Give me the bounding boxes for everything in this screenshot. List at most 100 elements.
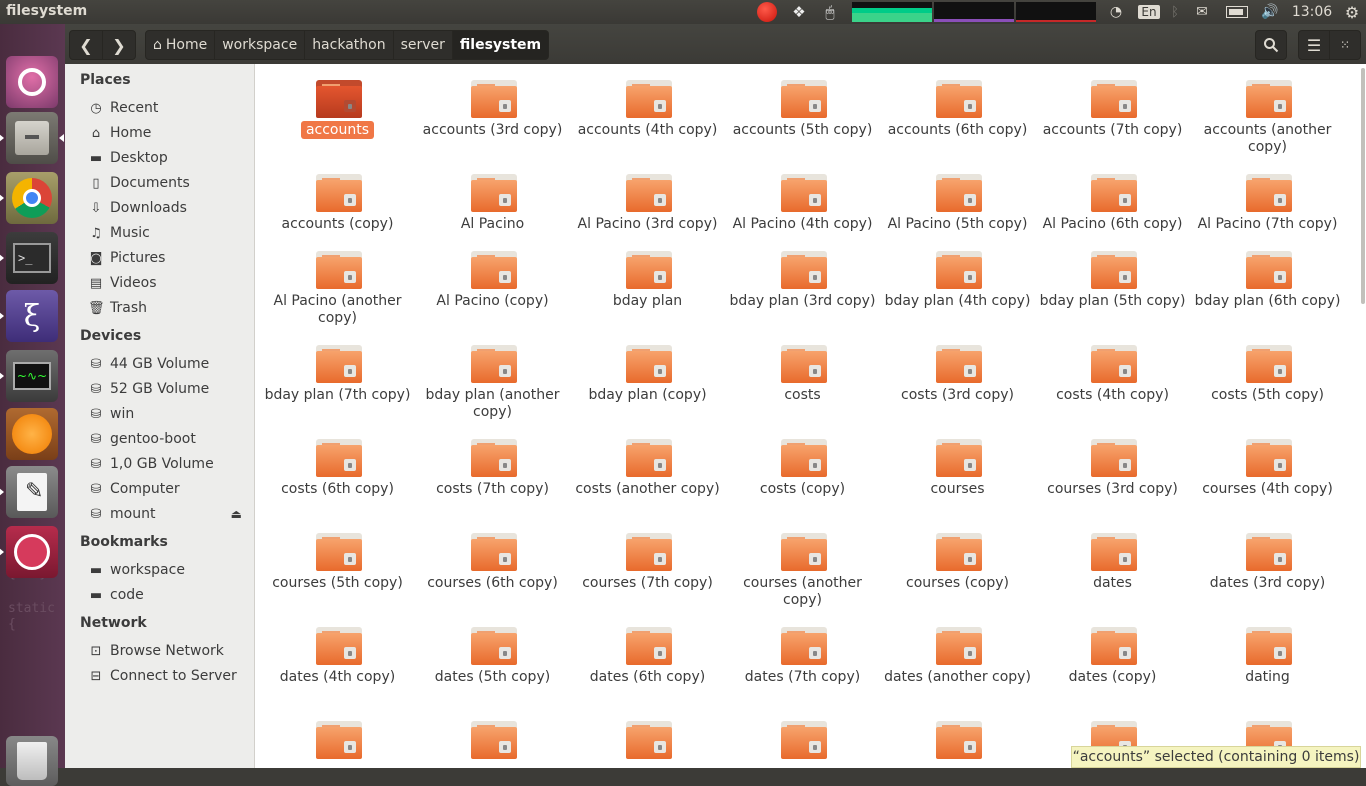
file-item[interactable]: costs <box>725 329 880 419</box>
back-button[interactable]: ❮ <box>69 30 103 60</box>
keyboard-layout-indicator[interactable]: En <box>1138 0 1160 24</box>
file-item[interactable]: accounts (4th copy) <box>570 64 725 154</box>
file-item[interactable]: bday plan (4th copy) <box>880 235 1035 325</box>
breadcrumb-filesystem[interactable]: filesystem <box>452 30 550 60</box>
sidebar-device[interactable]: ⛁ 1,0 GB Volume <box>88 453 248 475</box>
sidebar-device[interactable]: ⛁ win <box>88 403 248 425</box>
file-item[interactable]: costs (another copy) <box>570 423 725 513</box>
sidebar-item-documents[interactable]: ▯ Documents <box>88 172 248 194</box>
file-item[interactable]: Al Pacino (copy) <box>415 235 570 325</box>
file-item[interactable]: bday plan (copy) <box>570 329 725 419</box>
file-item[interactable]: dates (3rd copy) <box>1190 517 1345 607</box>
file-item[interactable] <box>725 705 880 768</box>
sidebar-item-desktop[interactable]: ▬ Desktop <box>88 147 248 169</box>
file-item[interactable]: dates (another copy) <box>880 611 1035 701</box>
file-item[interactable]: bday plan (3rd copy) <box>725 235 880 325</box>
file-item[interactable]: dates <box>1035 517 1190 607</box>
menu-button[interactable]: ☰ <box>1298 30 1330 60</box>
emacs-app-icon[interactable]: ξ <box>6 290 58 342</box>
file-item[interactable]: dates (6th copy) <box>570 611 725 701</box>
file-item[interactable]: bday plan (5th copy) <box>1035 235 1190 325</box>
file-item[interactable]: courses (6th copy) <box>415 517 570 607</box>
view-toggle-button[interactable]: ⁙ <box>1329 30 1361 60</box>
bluetooth-icon[interactable]: ᛒ <box>1166 0 1184 24</box>
file-item[interactable]: accounts (6th copy) <box>880 64 1035 154</box>
search-button[interactable] <box>1255 30 1287 60</box>
network-graph[interactable] <box>1016 2 1096 22</box>
sidebar-item-recent[interactable]: ◷ Recent <box>88 97 248 119</box>
session-gear-icon[interactable]: ⚙ <box>1340 0 1364 24</box>
dash-home-button[interactable] <box>6 56 58 108</box>
file-item[interactable]: bday plan (7th copy) <box>260 329 415 419</box>
sidebar-device[interactable]: ⛁ gentoo-boot <box>88 428 248 450</box>
memory-graph[interactable] <box>934 2 1014 22</box>
sidebar-item-home[interactable]: ⌂ Home <box>88 122 248 144</box>
breadcrumb-server[interactable]: server <box>393 30 453 60</box>
orange-app-icon[interactable] <box>6 408 58 460</box>
battery-icon[interactable] <box>1224 0 1250 24</box>
file-item[interactable]: dates (copy) <box>1035 611 1190 701</box>
sidebar-item-downloads[interactable]: ⇩ Downloads <box>88 197 248 219</box>
sidebar-device[interactable]: ⛁ 52 GB Volume <box>88 378 248 400</box>
file-item[interactable]: courses (5th copy) <box>260 517 415 607</box>
file-item[interactable]: dates (4th copy) <box>260 611 415 701</box>
sidebar-item-videos[interactable]: ▤ Videos <box>88 272 248 294</box>
file-item[interactable]: costs (4th copy) <box>1035 329 1190 419</box>
sidebar-item-trash[interactable]: 🗑 Trash <box>88 297 248 319</box>
chrome-app-icon[interactable] <box>6 172 58 224</box>
forward-button[interactable]: ❯ <box>102 30 136 60</box>
sidebar-bookmark[interactable]: ▬ workspace <box>88 559 248 581</box>
file-item[interactable]: courses (3rd copy) <box>1035 423 1190 513</box>
file-item[interactable]: accounts (another copy) <box>1190 64 1345 155</box>
sidebar-bookmark[interactable]: ▬ code <box>88 584 248 606</box>
file-grid[interactable]: accounts accounts (3rd copy) accounts (4th… <box>255 64 1360 768</box>
file-item[interactable] <box>880 705 1035 768</box>
text-editor-app-icon[interactable] <box>6 466 58 518</box>
file-item[interactable]: accounts (7th copy) <box>1035 64 1190 154</box>
wifi-icon[interactable]: ◔ <box>1104 0 1128 24</box>
file-item[interactable]: bday plan (another copy) <box>415 329 570 420</box>
file-item[interactable]: bday plan (6th copy) <box>1190 235 1345 325</box>
sidebar-item-pictures[interactable]: ◙ Pictures <box>88 247 248 269</box>
sidebar-item-music[interactable]: ♫ Music <box>88 222 248 244</box>
breadcrumb-home[interactable]: ⌂ Home <box>145 30 216 60</box>
file-item[interactable]: costs (7th copy) <box>415 423 570 513</box>
dropbox-icon[interactable]: ❖ <box>788 0 810 24</box>
file-item[interactable]: dating <box>1190 611 1345 701</box>
file-item[interactable]: dates (7th copy) <box>725 611 880 701</box>
sidebar-device[interactable]: ⛁ mount ⏏ <box>88 503 248 525</box>
file-item[interactable]: bday plan <box>570 235 725 325</box>
file-item[interactable]: courses <box>880 423 1035 513</box>
terminal-app-icon[interactable]: >_ <box>6 232 58 284</box>
files-app-icon[interactable] <box>6 112 58 164</box>
volume-icon[interactable]: 🔊 <box>1258 0 1282 24</box>
sidebar-network-item[interactable]: ⊡ Browse Network <box>88 640 248 662</box>
file-item[interactable]: accounts (3rd copy) <box>415 64 570 154</box>
file-item[interactable]: courses (7th copy) <box>570 517 725 607</box>
file-item[interactable]: costs (6th copy) <box>260 423 415 513</box>
mail-icon[interactable]: ✉ <box>1190 0 1214 24</box>
eject-icon[interactable]: ⏏ <box>231 507 242 521</box>
trash-app-icon[interactable] <box>6 736 58 786</box>
breadcrumb-workspace[interactable]: workspace <box>215 30 306 60</box>
file-item[interactable]: Al Pacino (another copy) <box>260 235 415 326</box>
file-item[interactable]: dates (5th copy) <box>415 611 570 701</box>
file-item[interactable] <box>260 705 415 768</box>
system-monitor-app-icon[interactable]: ~∿~ <box>6 350 58 402</box>
file-item[interactable] <box>570 705 725 768</box>
file-item[interactable]: courses (4th copy) <box>1190 423 1345 513</box>
red-app-icon[interactable] <box>6 526 58 578</box>
sidebar-network-item[interactable]: ⊟ Connect to Server <box>88 665 248 687</box>
cpu-graph[interactable] <box>852 2 932 22</box>
file-item[interactable]: costs (copy) <box>725 423 880 513</box>
clock[interactable]: 13:06 <box>1290 0 1334 24</box>
file-item[interactable] <box>415 705 570 768</box>
file-item[interactable]: accounts <box>260 64 415 154</box>
breadcrumb-hackathon[interactable]: hackathon <box>305 30 394 60</box>
scrollbar[interactable] <box>1360 64 1366 768</box>
file-item[interactable]: accounts (5th copy) <box>725 64 880 154</box>
file-item[interactable]: costs (5th copy) <box>1190 329 1345 419</box>
file-item[interactable]: courses (another copy) <box>725 517 880 608</box>
file-item[interactable]: courses (copy) <box>880 517 1035 607</box>
sidebar-device[interactable]: ⛁ Computer <box>88 478 248 500</box>
